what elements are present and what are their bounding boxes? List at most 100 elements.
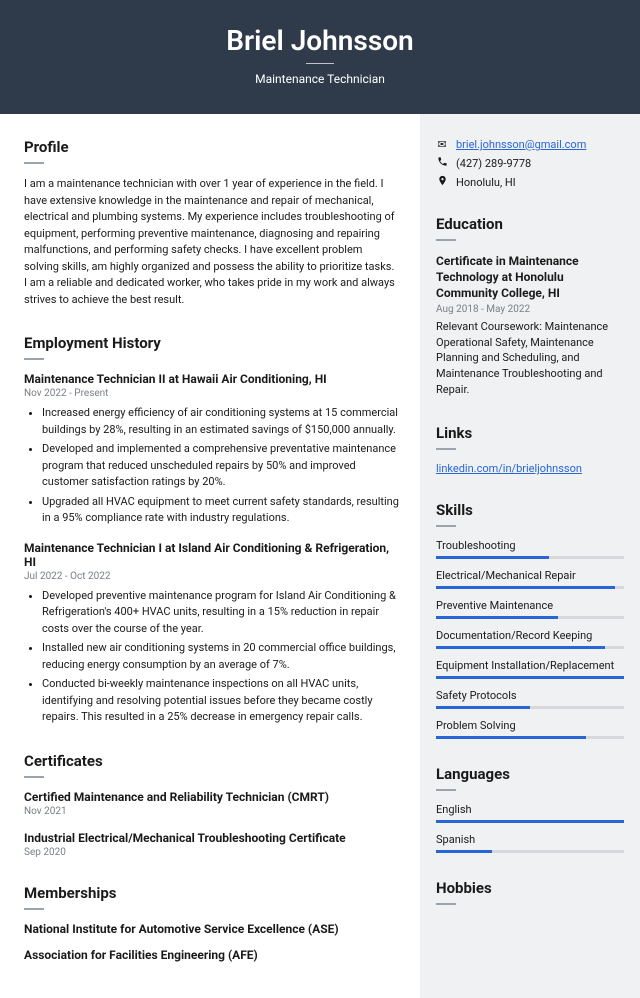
- skill-item-name: Troubleshooting: [436, 539, 624, 552]
- phone-icon: [436, 156, 448, 170]
- job-entry: Maintenance Technician I at Island Air C…: [24, 541, 400, 726]
- education-heading: Education: [436, 215, 624, 233]
- job-entry: Maintenance Technician II at Hawaii Air …: [24, 372, 400, 527]
- skill-item-bar-fill: [436, 586, 615, 589]
- skill-item-name: Documentation/Record Keeping: [436, 629, 624, 642]
- skill-item-name: Equipment Installation/Replacement: [436, 659, 624, 672]
- skill-item-name: Preventive Maintenance: [436, 599, 624, 612]
- skill-item-bar-fill: [436, 616, 558, 619]
- contact-location-row: Honolulu, HI: [436, 175, 624, 189]
- skill-item-bar-fill: [436, 736, 586, 739]
- certificate-title: Certified Maintenance and Reliability Te…: [24, 790, 400, 804]
- job-bullet: Developed and implemented a comprehensiv…: [42, 441, 400, 491]
- links-section: Links linkedin.com/in/brieljohnsson: [436, 424, 624, 475]
- skill-item: Troubleshooting: [436, 539, 624, 559]
- certificate-date: Nov 2021: [24, 806, 400, 817]
- section-rule: [436, 448, 456, 450]
- person-title: Maintenance Technician: [20, 72, 620, 86]
- languages-section: Languages English Spanish: [436, 765, 624, 853]
- section-rule: [24, 776, 44, 778]
- certificate-title: Industrial Electrical/Mechanical Trouble…: [24, 831, 400, 845]
- location-text: Honolulu, HI: [456, 176, 516, 189]
- language-item: English: [436, 803, 624, 823]
- job-dates: Jul 2022 - Oct 2022: [24, 571, 400, 582]
- language-item-name: English: [436, 803, 624, 816]
- email-link[interactable]: briel.johnsson@gmail.com: [456, 138, 586, 151]
- languages-heading: Languages: [436, 765, 624, 783]
- language-item-bar: [436, 820, 624, 823]
- job-title: Maintenance Technician I at Island Air C…: [24, 541, 400, 569]
- email-icon: ✉: [436, 138, 448, 151]
- education-title: Certificate in Maintenance Technology at…: [436, 253, 624, 302]
- certificate-entry: Certified Maintenance and Reliability Te…: [24, 790, 400, 817]
- skill-item: Preventive Maintenance: [436, 599, 624, 619]
- skill-item: Equipment Installation/Replacement: [436, 659, 624, 679]
- employment-heading: Employment History: [24, 334, 400, 352]
- profile-text: I am a maintenance technician with over …: [24, 176, 400, 308]
- contact-phone-row: (427) 289-9778: [436, 156, 624, 170]
- skill-item-name: Problem Solving: [436, 719, 624, 732]
- skills-heading: Skills: [436, 501, 624, 519]
- contact-section: ✉ briel.johnsson@gmail.com (427) 289-977…: [436, 138, 624, 189]
- language-item-bar-fill: [436, 820, 624, 823]
- section-rule: [436, 525, 456, 527]
- content: Profile I am a maintenance technician wi…: [0, 114, 640, 998]
- education-desc: Relevant Coursework: Maintenance Operati…: [436, 319, 624, 399]
- job-bullets: Increased energy efficiency of air condi…: [24, 405, 400, 527]
- job-bullet: Upgraded all HVAC equipment to meet curr…: [42, 494, 400, 527]
- skill-item-name: Safety Protocols: [436, 689, 624, 702]
- linkedin-link[interactable]: linkedin.com/in/brieljohnsson: [436, 462, 582, 475]
- job-dates: Nov 2022 - Present: [24, 388, 400, 399]
- language-item-name: Spanish: [436, 833, 624, 846]
- skill-item: Problem Solving: [436, 719, 624, 739]
- job-bullet: Conducted bi-weekly maintenance inspecti…: [42, 676, 400, 726]
- language-item-bar: [436, 850, 624, 853]
- certificate-date: Sep 2020: [24, 847, 400, 858]
- skill-item-bar: [436, 616, 624, 619]
- section-rule: [436, 789, 456, 791]
- section-rule: [436, 239, 456, 241]
- person-name: Briel Johnsson: [20, 24, 620, 57]
- membership-item: National Institute for Automotive Servic…: [24, 922, 400, 936]
- main-column: Profile I am a maintenance technician wi…: [0, 114, 420, 998]
- header: Briel Johnsson Maintenance Technician: [0, 0, 640, 114]
- section-rule: [24, 162, 44, 164]
- memberships-heading: Memberships: [24, 884, 400, 902]
- certificates-section: Certificates Certified Maintenance and R…: [24, 752, 400, 858]
- skill-item-bar: [436, 586, 624, 589]
- skill-item-bar: [436, 556, 624, 559]
- skill-item-name: Electrical/Mechanical Repair: [436, 569, 624, 582]
- education-section: Education Certificate in Maintenance Tec…: [436, 215, 624, 398]
- job-bullet: Developed preventive maintenance program…: [42, 588, 400, 638]
- skill-item-bar-fill: [436, 706, 530, 709]
- skill-item-bar-fill: [436, 556, 549, 559]
- employment-section: Employment History Maintenance Technicia…: [24, 334, 400, 726]
- hobbies-heading: Hobbies: [436, 879, 624, 897]
- job-bullet: Installed new air conditioning systems i…: [42, 640, 400, 673]
- language-item: Spanish: [436, 833, 624, 853]
- skill-item-bar: [436, 646, 624, 649]
- links-heading: Links: [436, 424, 624, 442]
- membership-item: Association for Facilities Engineering (…: [24, 948, 400, 962]
- certificates-heading: Certificates: [24, 752, 400, 770]
- location-icon: [436, 175, 448, 189]
- skills-section: Skills Troubleshooting Electrical/Mechani…: [436, 501, 624, 739]
- job-bullets: Developed preventive maintenance program…: [24, 588, 400, 726]
- section-rule: [24, 908, 44, 910]
- skill-item-bar-fill: [436, 646, 605, 649]
- hobbies-section: Hobbies: [436, 879, 624, 905]
- language-item-bar-fill: [436, 850, 492, 853]
- phone-text: (427) 289-9778: [456, 157, 531, 170]
- skill-item: Safety Protocols: [436, 689, 624, 709]
- skill-item-bar: [436, 736, 624, 739]
- skill-item: Documentation/Record Keeping: [436, 629, 624, 649]
- skill-item-bar: [436, 676, 624, 679]
- sidebar: ✉ briel.johnsson@gmail.com (427) 289-977…: [420, 114, 640, 998]
- skill-item-bar: [436, 706, 624, 709]
- education-dates: Aug 2018 - May 2022: [436, 304, 624, 315]
- contact-email-row: ✉ briel.johnsson@gmail.com: [436, 138, 624, 151]
- certificate-entry: Industrial Electrical/Mechanical Trouble…: [24, 831, 400, 858]
- profile-section: Profile I am a maintenance technician wi…: [24, 138, 400, 308]
- job-title: Maintenance Technician II at Hawaii Air …: [24, 372, 400, 386]
- header-rule: [306, 63, 334, 64]
